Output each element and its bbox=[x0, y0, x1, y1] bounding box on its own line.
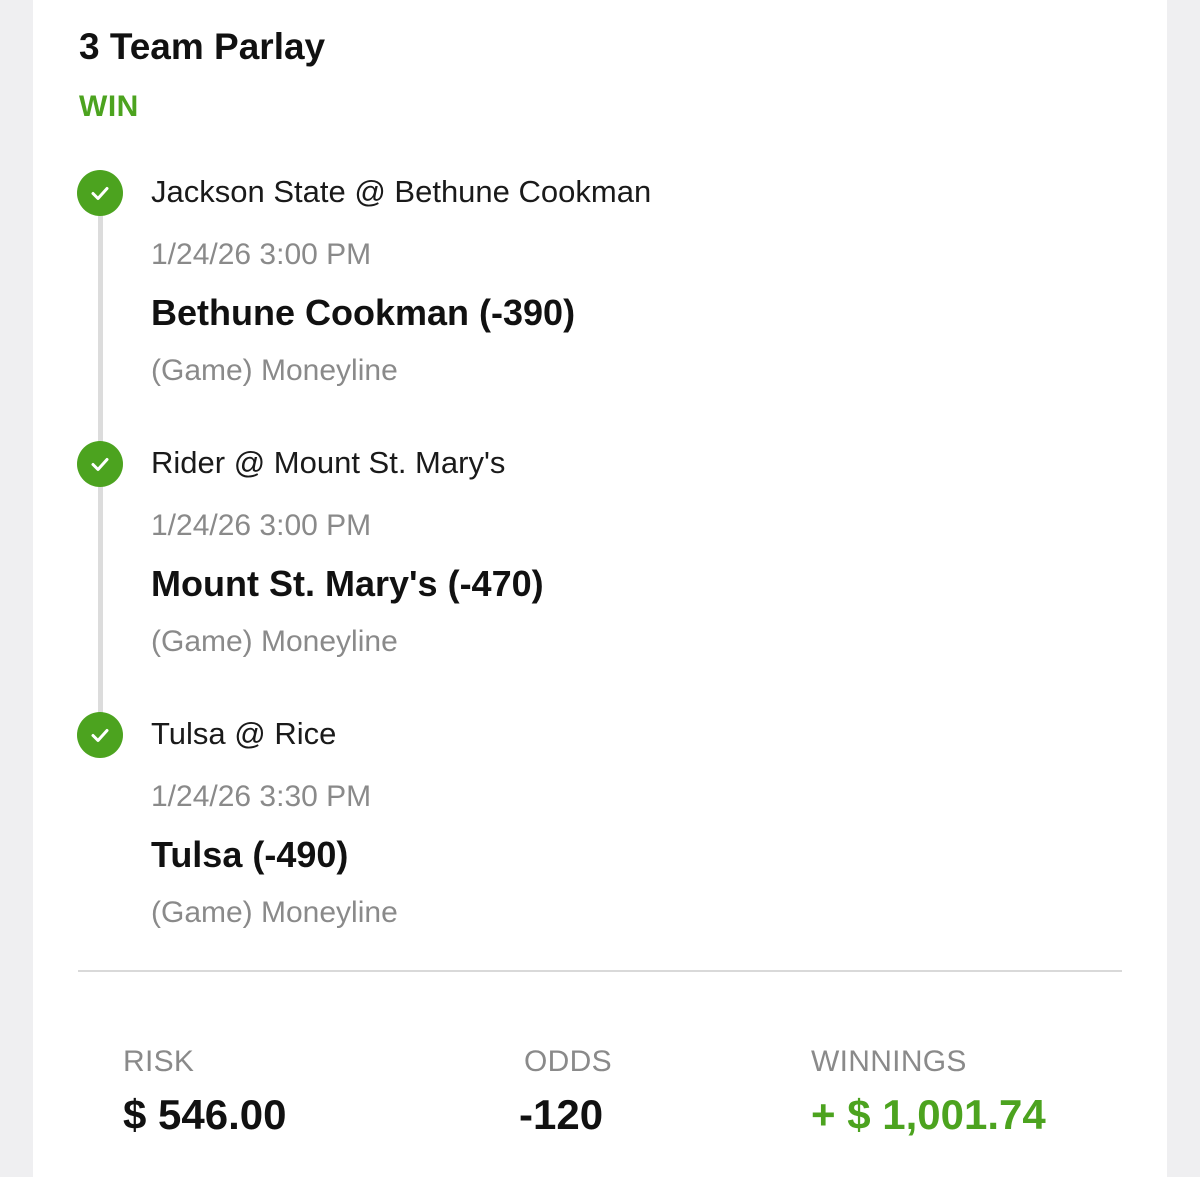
risk-value: $ 546.00 bbox=[123, 1091, 287, 1138]
leg-datetime: 1/24/26 3:00 PM bbox=[151, 509, 372, 542]
bet-card: 3 Team Parlay WIN Jackson State @ Bethun… bbox=[33, 0, 1167, 1177]
risk-label: RISK bbox=[123, 1045, 195, 1078]
leg-datetime: 1/24/26 3:30 PM bbox=[151, 780, 372, 813]
odds-label: ODDS bbox=[524, 1045, 612, 1078]
leg-market: (Game) Moneyline bbox=[151, 625, 398, 658]
check-icon bbox=[77, 712, 123, 758]
parlay-leg: Tulsa @ Rice 1/24/26 3:30 PM Tulsa (-490… bbox=[77, 712, 1117, 952]
leg-matchup: Jackson State @ Bethune Cookman bbox=[151, 174, 652, 209]
leg-datetime: 1/24/26 3:00 PM bbox=[151, 238, 372, 271]
check-icon bbox=[77, 170, 123, 216]
risk-stat: RISK $ 546.00 bbox=[123, 1045, 287, 1139]
winnings-label: WINNINGS bbox=[811, 1045, 967, 1078]
check-icon bbox=[77, 441, 123, 487]
bet-title: 3 Team Parlay bbox=[79, 26, 326, 67]
leg-market: (Game) Moneyline bbox=[151, 354, 398, 387]
bet-status-badge: WIN bbox=[79, 90, 139, 123]
leg-matchup: Tulsa @ Rice bbox=[151, 716, 337, 751]
leg-pick: Mount St. Mary's (-470) bbox=[151, 563, 544, 604]
odds-value: -120 bbox=[519, 1091, 604, 1138]
winnings-value: + $ 1,001.74 bbox=[811, 1091, 1046, 1138]
parlay-leg: Jackson State @ Bethune Cookman 1/24/26 … bbox=[77, 170, 1117, 410]
leg-pick: Bethune Cookman (-390) bbox=[151, 292, 576, 333]
leg-pick: Tulsa (-490) bbox=[151, 834, 349, 875]
odds-stat: ODDS -120 bbox=[519, 1045, 612, 1139]
parlay-leg: Rider @ Mount St. Mary's 1/24/26 3:00 PM… bbox=[77, 441, 1117, 681]
winnings-stat: WINNINGS + $ 1,001.74 bbox=[811, 1045, 1046, 1139]
leg-market: (Game) Moneyline bbox=[151, 896, 398, 929]
leg-matchup: Rider @ Mount St. Mary's bbox=[151, 445, 506, 480]
summary-divider bbox=[78, 970, 1122, 972]
